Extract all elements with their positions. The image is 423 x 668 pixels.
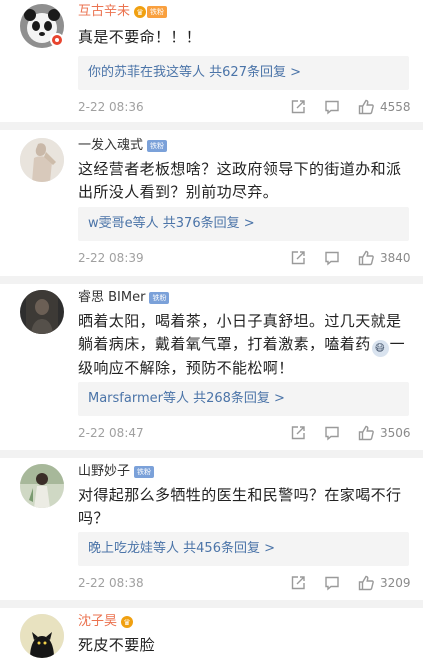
replies-users: w雯哥e等人 <box>88 216 159 231</box>
comment-item: 一发入魂式 铁粉 这经营者老板想啥？这政府领导下的街道办和派出所没人看到？别前功… <box>0 134 423 276</box>
comment-meta: 2-22 08:39 3840 <box>78 248 411 268</box>
comment-feed: 互古辛未 ♛ 铁粉 真是不要命！！！ 你的苏菲在我这等人 共627条回复 > 2… <box>0 0 423 668</box>
share-icon[interactable] <box>290 425 306 441</box>
fan-badge: 铁粉 <box>134 466 155 478</box>
avatar[interactable] <box>20 614 64 658</box>
like-count: 4558 <box>380 100 411 114</box>
replies-link[interactable]: 你的苏菲在我这等人 共627条回复 > <box>78 56 409 90</box>
username[interactable]: 互古辛未 <box>78 3 130 21</box>
replies-total: 共456条回复 > <box>183 541 275 556</box>
avatar[interactable] <box>20 290 64 334</box>
timestamp: 2-22 08:47 <box>78 426 144 440</box>
thumbs-up-icon[interactable] <box>358 575 374 591</box>
thumbs-up-icon[interactable] <box>358 425 374 441</box>
mask-face-emoji-icon: 😷 <box>371 340 389 357</box>
avatar[interactable] <box>20 138 64 182</box>
comment-icon[interactable] <box>324 99 340 115</box>
divider <box>0 450 423 458</box>
replies-link[interactable]: w雯哥e等人 共376条回复 > <box>78 207 409 241</box>
comment-text: 真是不要命！！！ <box>78 28 202 46</box>
replies-total: 共268条回复 > <box>193 391 285 406</box>
name-row: 互古辛未 ♛ 铁粉 <box>78 2 168 22</box>
thumbs-up-icon[interactable] <box>358 99 374 115</box>
replies-total: 共376条回复 > <box>162 216 255 231</box>
name-row: 山野妙子 铁粉 <box>78 462 155 482</box>
crown-icon: ♛ <box>134 6 147 18</box>
comment-item: 沈子昊 ♛ 死皮不要脸 <box>0 610 423 668</box>
comment-icon[interactable] <box>324 575 340 591</box>
replies-users: 你的苏菲在我这等人 <box>88 65 206 80</box>
comment-text-part: 晒着太阳，喝着茶，小日子真舒坦。过几天就是躺着病床，戴着氧气罩，打着激素，嗑着药 <box>78 312 402 353</box>
like-count: 3209 <box>380 576 411 590</box>
fan-badge: 铁粉 <box>149 292 170 304</box>
name-row: 一发入魂式 铁粉 <box>78 136 168 156</box>
comment-meta: 2-22 08:36 4558 <box>78 97 411 117</box>
verified-badge-icon <box>50 33 64 47</box>
replies-link[interactable]: 晚上吃龙娃等人 共456条回复 > <box>78 532 409 566</box>
comment-text: 死皮不要脸 <box>78 636 156 654</box>
username[interactable]: 沈子昊 <box>78 613 117 631</box>
like-count: 3506 <box>380 426 411 440</box>
divider <box>0 122 423 130</box>
comment-icon[interactable] <box>324 425 340 441</box>
comment-text: 晒着太阳，喝着茶，小日子真舒坦。过几天就是躺着病床，戴着氧气罩，打着激素，嗑着药… <box>78 310 407 380</box>
divider <box>0 276 423 284</box>
username[interactable]: 一发入魂式 <box>78 137 143 155</box>
divider <box>0 600 423 608</box>
comment-meta: 2-22 08:47 3506 <box>78 423 411 443</box>
timestamp: 2-22 08:39 <box>78 251 144 265</box>
name-row: 沈子昊 ♛ <box>78 612 134 632</box>
replies-total: 共627条回复 > <box>209 65 301 80</box>
share-icon[interactable] <box>290 575 306 591</box>
replies-users: 晚上吃龙娃等人 <box>88 541 180 556</box>
avatar[interactable] <box>20 464 64 508</box>
comment-text: 对得起那么多牺牲的医生和民警吗？在家喝不行吗？ <box>78 486 402 527</box>
comment-icon[interactable] <box>324 250 340 266</box>
timestamp: 2-22 08:36 <box>78 100 144 114</box>
like-count: 3840 <box>380 251 411 265</box>
fan-badge: 铁粉 <box>147 140 168 152</box>
timestamp: 2-22 08:38 <box>78 576 144 590</box>
thumbs-up-icon[interactable] <box>358 250 374 266</box>
username[interactable]: 山野妙子 <box>78 463 130 481</box>
username[interactable]: 睿思 BIMer <box>78 289 145 307</box>
replies-users: Marsfarmer等人 <box>88 391 189 406</box>
comment-item: 互古辛未 ♛ 铁粉 真是不要命！！！ 你的苏菲在我这等人 共627条回复 > 2… <box>0 0 423 120</box>
share-icon[interactable] <box>290 99 306 115</box>
name-row: 睿思 BIMer 铁粉 <box>78 288 170 308</box>
comment-item: 山野妙子 铁粉 对得起那么多牺牲的医生和民警吗？在家喝不行吗？ 晚上吃龙娃等人 … <box>0 460 423 600</box>
comment-item: 睿思 BIMer 铁粉 晒着太阳，喝着茶，小日子真舒坦。过几天就是躺着病床，戴着… <box>0 286 423 450</box>
fan-badge: ♛ 铁粉 <box>134 6 168 18</box>
replies-link[interactable]: Marsfarmer等人 共268条回复 > <box>78 382 409 416</box>
share-icon[interactable] <box>290 250 306 266</box>
crown-icon: ♛ <box>121 616 134 628</box>
comment-text: 这经营者老板想啥？这政府领导下的街道办和派出所没人看到？别前功尽弃。 <box>78 160 402 201</box>
fan-badge-label: 铁粉 <box>147 6 168 18</box>
comment-meta: 2-22 08:38 3209 <box>78 573 411 593</box>
